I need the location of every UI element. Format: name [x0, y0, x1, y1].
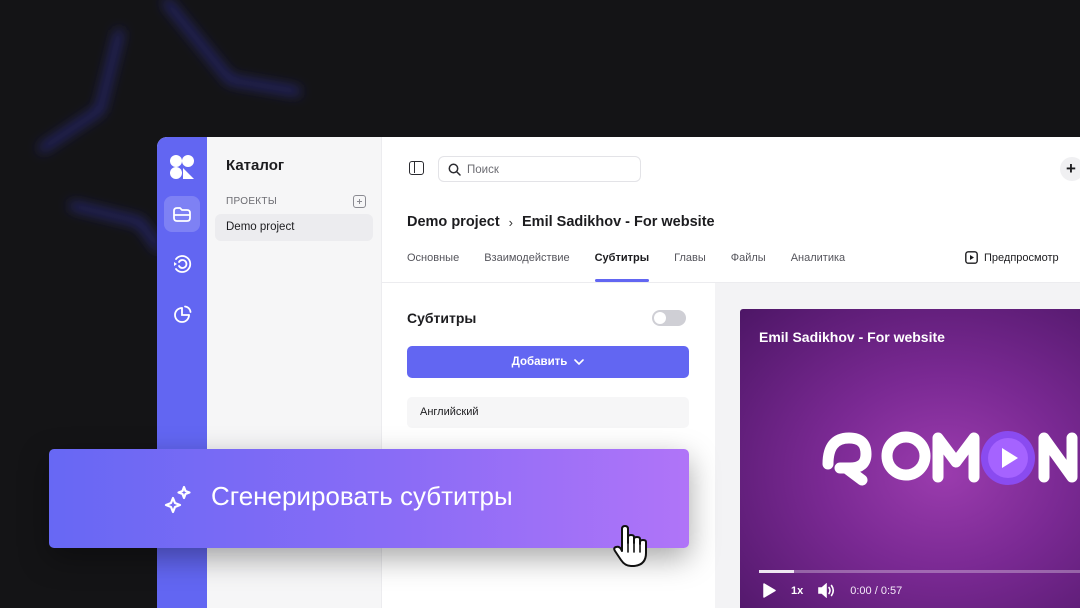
search-input[interactable]	[467, 161, 632, 178]
tab-files[interactable]: Файлы	[731, 251, 766, 283]
search-box[interactable]	[438, 156, 641, 182]
catalog-title: Каталог	[226, 157, 285, 174]
folder-icon	[173, 207, 191, 222]
panel-toggle-icon[interactable]	[409, 161, 424, 175]
tab-chapters[interactable]: Главы	[674, 251, 706, 283]
generate-subtitles-label: Сгенерировать субтитры	[211, 481, 513, 511]
playback-time: 0:00 / 0:57	[850, 584, 903, 597]
tab-main[interactable]: Основные	[407, 251, 459, 283]
chevron-down-icon	[574, 359, 585, 365]
volume-icon[interactable]	[818, 583, 836, 598]
tab-interaction[interactable]: Взаимодействие	[484, 251, 569, 283]
breadcrumb: Demo project › Emil Sadikhov - For websi…	[407, 214, 715, 230]
analytics-nav-button[interactable]	[164, 297, 200, 333]
generate-subtitles-button[interactable]: Сгенерировать субтитры	[49, 449, 689, 548]
video-player[interactable]: Emil Sadikhov - For website 1x 0:00 / 0:…	[740, 309, 1080, 608]
tab-analytics[interactable]: Аналитика	[791, 251, 845, 283]
video-progress-fill	[759, 570, 795, 573]
add-subtitles-label: Добавить	[511, 356, 568, 368]
video-progress-bar[interactable]	[759, 570, 1080, 573]
chevron-right-icon: ›	[508, 214, 514, 230]
subtitles-toggle[interactable]	[652, 310, 686, 326]
preview-button[interactable]: Предпросмотр	[965, 251, 1059, 264]
sparkles-icon	[164, 485, 191, 514]
folder-nav-button[interactable]	[164, 196, 200, 232]
logo-icon[interactable]	[169, 154, 195, 180]
preview-label: Предпросмотр	[984, 251, 1059, 264]
sidebar-item-demo-project[interactable]: Demo project	[215, 214, 373, 241]
search-icon	[448, 163, 461, 176]
subtitle-language-item[interactable]: Английский	[407, 397, 689, 428]
breadcrumb-video: Emil Sadikhov - For website	[522, 214, 715, 230]
projects-section-label: ПРОЕКТЫ	[226, 196, 277, 207]
add-button[interactable]: +	[1060, 157, 1080, 181]
top-bar: +	[382, 137, 1080, 199]
add-project-icon[interactable]	[353, 195, 366, 208]
video-title: Emil Sadikhov - For website	[759, 329, 945, 345]
roman-logo	[822, 431, 1078, 486]
tab-subtitles[interactable]: Субтитры	[594, 251, 649, 283]
tab-bar: Основные Взаимодействие Субтитры Главы Ф…	[407, 251, 845, 283]
hand-cursor-icon	[613, 525, 647, 567]
player-controls: 1x 0:00 / 0:57	[762, 583, 902, 598]
broadcast-nav-button[interactable]	[164, 246, 200, 282]
broadcast-icon	[174, 255, 192, 273]
subtitles-heading: Субтитры	[407, 310, 477, 326]
play-square-icon	[965, 251, 978, 264]
play-icon[interactable]	[762, 583, 776, 598]
breadcrumb-project[interactable]: Demo project	[407, 214, 500, 230]
add-subtitles-button[interactable]: Добавить	[407, 346, 689, 378]
playback-speed[interactable]: 1x	[791, 585, 803, 597]
analytics-icon	[174, 305, 192, 323]
